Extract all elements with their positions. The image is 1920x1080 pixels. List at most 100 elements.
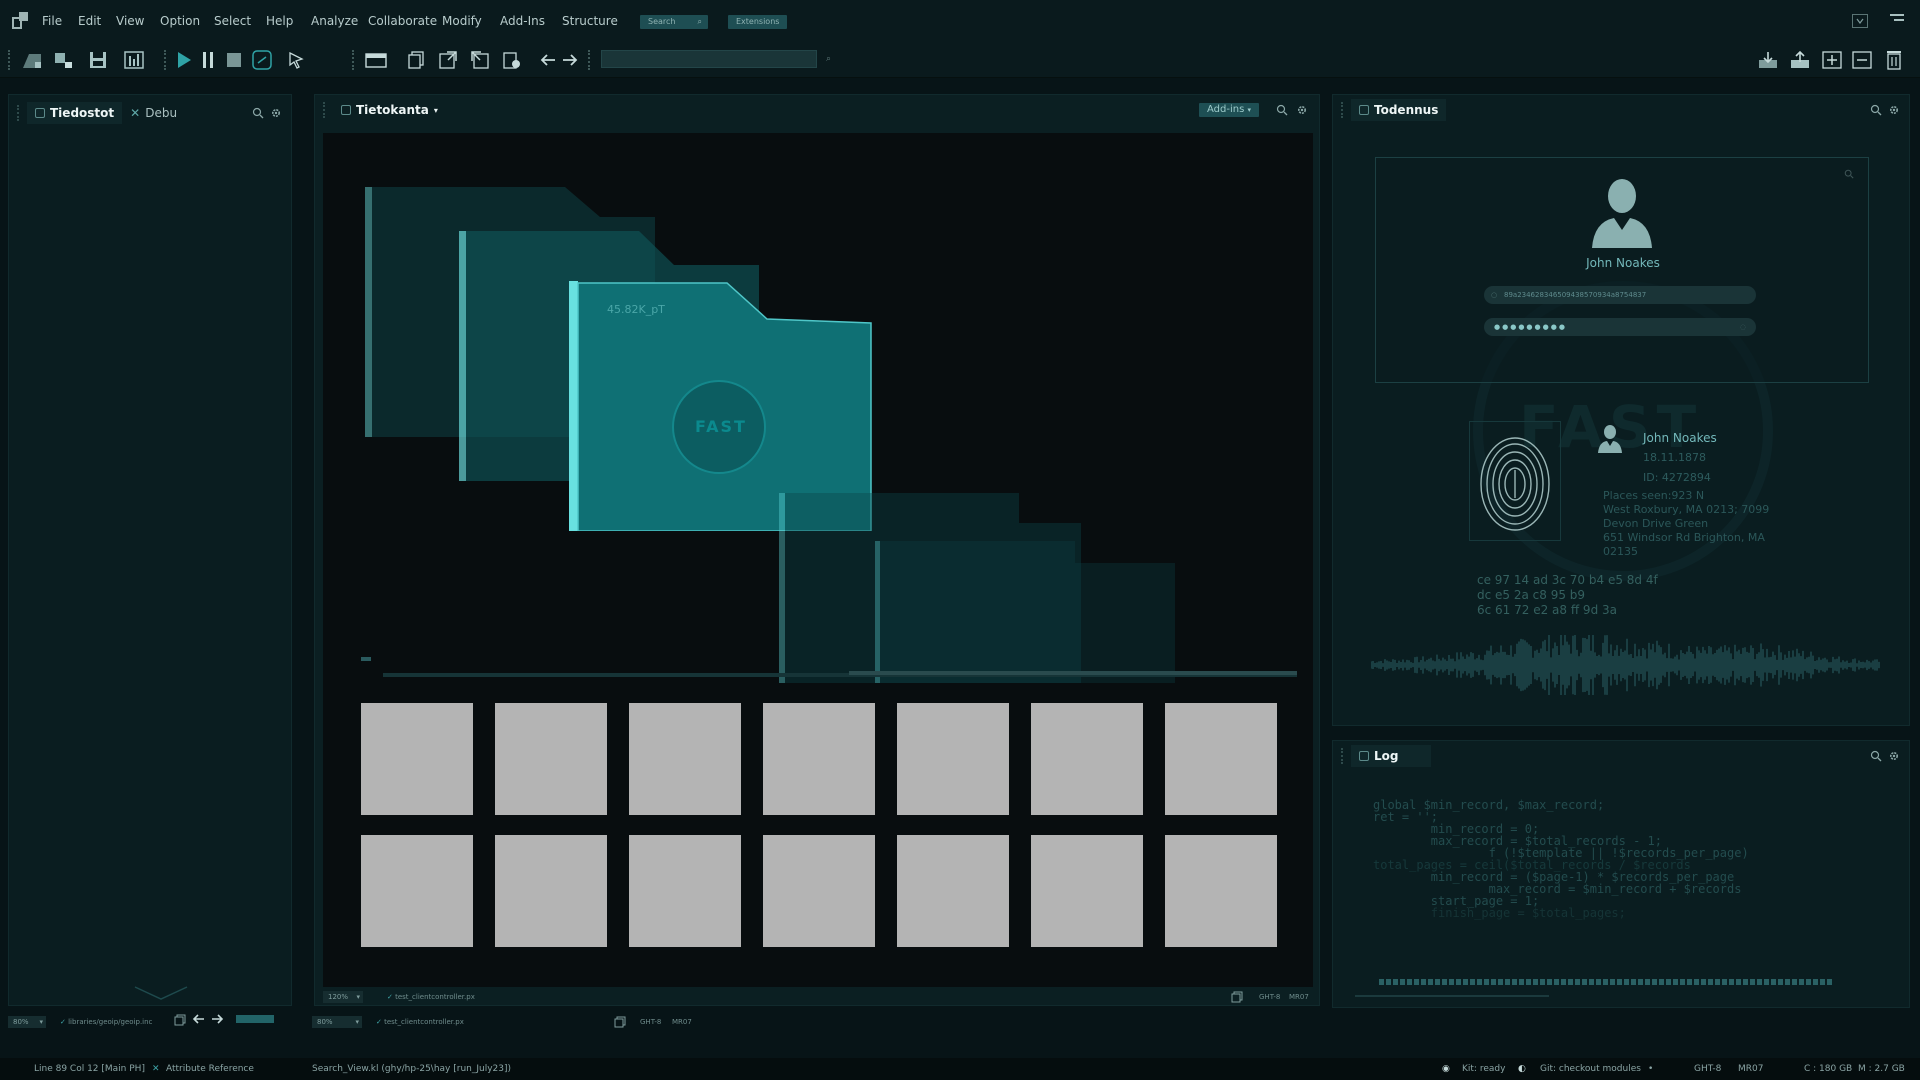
tab-todennus[interactable]: Todennus — [1351, 99, 1447, 121]
thumbnail[interactable] — [629, 703, 741, 815]
window-layout-icon[interactable] — [364, 48, 388, 72]
upload-icon[interactable] — [1788, 48, 1812, 72]
search-icon[interactable] — [1869, 749, 1883, 763]
search-view-label[interactable]: Search_View.kl (ghy/hp-25\hay [run_July2… — [312, 1064, 511, 1074]
thumbnail[interactable] — [495, 703, 607, 815]
menu-search-box[interactable]: Search ⌕ — [640, 15, 708, 29]
levels-icon[interactable] — [122, 48, 146, 72]
cursor-position[interactable]: Line 89 Col 12 [Main PH] — [34, 1064, 145, 1074]
menu-view[interactable]: View — [116, 14, 144, 28]
close-icon[interactable]: ✕ — [130, 106, 140, 120]
play-icon[interactable] — [172, 48, 196, 72]
thumbnail[interactable] — [1165, 703, 1277, 815]
download-icon[interactable] — [1756, 48, 1780, 72]
dropdown-icon[interactable] — [1852, 14, 1868, 28]
chevron-down-icon[interactable] — [133, 985, 189, 1004]
copy-icon[interactable] — [174, 1014, 186, 1029]
gear-icon[interactable] — [269, 106, 283, 120]
gear-icon[interactable] — [1887, 103, 1901, 117]
thumbnail[interactable] — [1031, 835, 1143, 947]
password-input[interactable]: ●●●●●●●●● ◌ — [1484, 318, 1756, 336]
thumbnail[interactable] — [361, 703, 473, 815]
outer-file-label[interactable]: ✓ test_clientcontroller.px — [376, 1018, 464, 1026]
import-icon[interactable] — [436, 48, 460, 72]
tab-tietokanta[interactable]: Tietokanta ▾ — [333, 99, 446, 121]
copy-icon[interactable] — [614, 1016, 626, 1031]
arrow-left-icon[interactable] — [536, 48, 560, 72]
search-icon[interactable] — [1275, 103, 1289, 117]
extensions-button[interactable]: Extensions — [728, 15, 788, 29]
attribute-reference[interactable]: Attribute Reference — [166, 1064, 254, 1074]
menu-help[interactable]: Help — [266, 14, 293, 28]
thumbnail[interactable] — [763, 835, 875, 947]
menu-edit[interactable]: Edit — [78, 14, 101, 28]
outer-zoom-select[interactable]: 80% ▾ — [312, 1016, 362, 1028]
toolbar-grip[interactable] — [588, 50, 592, 70]
thumbnail[interactable] — [629, 835, 741, 947]
left-footer-path[interactable]: ✓ libraries/geoip/geoip.inc — [60, 1018, 152, 1026]
tab-log[interactable]: Log — [1351, 745, 1431, 767]
toolbar-grip[interactable] — [8, 50, 12, 70]
panel-grip[interactable] — [1341, 102, 1345, 118]
thumbnail[interactable] — [1165, 835, 1277, 947]
remove-item-icon[interactable] — [1850, 48, 1874, 72]
menu-file[interactable]: File — [42, 14, 62, 28]
window-menu-icon[interactable] — [1888, 12, 1906, 26]
gear-icon[interactable] — [1295, 103, 1309, 117]
sync-icon[interactable] — [250, 48, 274, 72]
stop-icon[interactable] — [222, 48, 246, 72]
arrow-right-icon[interactable] — [558, 48, 582, 72]
menu-structure[interactable]: Structure — [562, 14, 618, 28]
panel-grip[interactable] — [17, 105, 21, 121]
tab-tiedostot[interactable]: Tiedostot — [27, 102, 123, 124]
search-icon[interactable] — [1869, 103, 1883, 117]
thumbnail[interactable] — [897, 703, 1009, 815]
menu-option[interactable]: Option — [160, 14, 200, 28]
horizontal-scrollbar[interactable] — [383, 671, 1297, 677]
page-settings-icon[interactable] — [500, 48, 524, 72]
copy-icon[interactable] — [1231, 991, 1243, 1006]
thumbnail[interactable] — [763, 703, 875, 815]
close-icon[interactable]: ✕ — [152, 1064, 160, 1074]
thumbnail[interactable] — [1031, 703, 1143, 815]
thumbnail[interactable] — [495, 835, 607, 947]
main-file-label[interactable]: ✓ test_clientcontroller.px — [387, 993, 475, 1001]
thumbnail[interactable] — [361, 835, 473, 947]
log-code-block[interactable]: global $min_record, $max_record; ret = '… — [1373, 799, 1749, 919]
scrollbar-thumb[interactable] — [849, 671, 1297, 675]
panel-grip[interactable] — [1341, 748, 1345, 764]
toolbar-search-input[interactable] — [601, 50, 817, 68]
mode-status[interactable]: MR07 — [1738, 1064, 1763, 1074]
toolbar-grip[interactable] — [352, 50, 356, 70]
main-zoom-select[interactable]: 120% ▾ — [323, 991, 363, 1003]
eye-icon[interactable]: ◌ — [1740, 318, 1746, 336]
search-icon[interactable] — [251, 106, 265, 120]
menu-analyze[interactable]: Analyze — [311, 14, 358, 28]
add-ins-button[interactable]: Add-ins ▾ — [1199, 103, 1259, 117]
search-icon[interactable] — [1844, 168, 1854, 182]
menu-select[interactable]: Select — [214, 14, 251, 28]
thumbnail[interactable] — [897, 835, 1009, 947]
arrow-left-icon[interactable] — [192, 1013, 206, 1028]
save-icon[interactable] — [86, 48, 110, 72]
menu-modify[interactable]: Modify — [442, 14, 482, 28]
token-input[interactable]: ○ 89a234628346509438570934a8754837 — [1484, 286, 1756, 304]
encoding-status[interactable]: GHT-8 — [1694, 1064, 1721, 1074]
trash-icon[interactable] — [1882, 48, 1906, 72]
kit-status[interactable]: Kit: ready — [1462, 1064, 1505, 1074]
add-item-icon[interactable] — [1820, 48, 1844, 72]
copy-icon[interactable] — [404, 48, 428, 72]
menu-collaborate[interactable]: Collaborate — [368, 14, 437, 28]
pointer-icon[interactable] — [284, 48, 308, 72]
log-scrollbar[interactable] — [1355, 995, 1549, 997]
export-icon[interactable] — [468, 48, 492, 72]
git-status[interactable]: Git: checkout modules — [1540, 1064, 1641, 1074]
toolbar-grip[interactable] — [164, 50, 168, 70]
database-canvas[interactable]: 45.82K_pT FAST — [323, 133, 1313, 987]
components-icon[interactable] — [52, 48, 76, 72]
panel-grip[interactable] — [323, 102, 327, 118]
left-zoom-select[interactable]: 80% ▾ — [8, 1016, 46, 1028]
folder-back-4[interactable] — [875, 541, 1175, 683]
git-menu-icon[interactable]: • — [1648, 1064, 1653, 1074]
menu-add-ins[interactable]: Add-Ins — [500, 14, 545, 28]
